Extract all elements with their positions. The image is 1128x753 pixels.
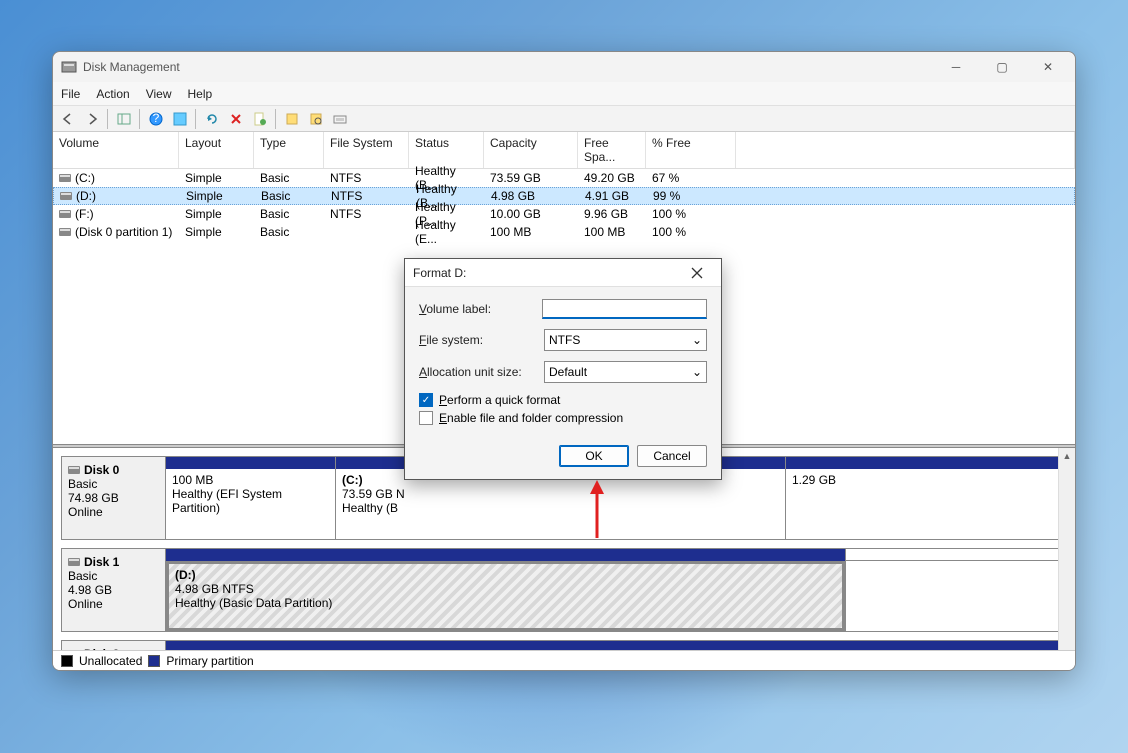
toolbar: ? (53, 106, 1075, 132)
table-row-selected[interactable]: (D:) Simple Basic NTFS Healthy (B... 4.9… (53, 187, 1075, 205)
delete-icon[interactable] (225, 108, 247, 130)
partition-empty (846, 549, 1066, 631)
quick-format-label: Perform a quick format (439, 393, 560, 407)
chevron-down-icon: ⌄ (692, 333, 702, 347)
col-capacity[interactable]: Capacity (484, 132, 578, 168)
disk-label[interactable]: Disk 1 Basic 4.98 GB Online (62, 549, 166, 631)
partition-header (166, 641, 1066, 651)
dialog-titlebar[interactable]: Format D: (405, 259, 721, 287)
show-hide-tree-button[interactable] (113, 108, 135, 130)
menu-help[interactable]: Help (188, 87, 213, 101)
explore-icon[interactable] (305, 108, 327, 130)
scroll-up-icon[interactable]: ▲ (1059, 448, 1075, 465)
table-header: Volume Layout Type File System Status Ca… (53, 132, 1075, 169)
menu-view[interactable]: View (146, 87, 172, 101)
partition[interactable]: 1.29 GB (786, 457, 1066, 539)
settings-icon[interactable] (329, 108, 351, 130)
format-icon[interactable] (281, 108, 303, 130)
help-icon[interactable]: ? (145, 108, 167, 130)
allocation-size-select[interactable]: Default ⌄ (544, 361, 707, 383)
menu-file[interactable]: File (61, 87, 80, 101)
chevron-down-icon: ⌄ (692, 365, 702, 379)
cancel-button[interactable]: Cancel (637, 445, 707, 467)
col-type[interactable]: Type (254, 132, 324, 168)
table-row[interactable]: (C:) Simple Basic NTFS Healthy (B... 73.… (53, 169, 1075, 187)
partition-header (786, 457, 1066, 469)
dialog-title: Format D: (413, 266, 681, 280)
volume-label-input[interactable] (542, 299, 707, 319)
disk-icon (68, 466, 80, 474)
file-system-label: File system: (419, 333, 534, 347)
col-layout[interactable]: Layout (179, 132, 254, 168)
disk-label[interactable]: Disk 2 Basic 10.00 GB (62, 641, 166, 651)
volume-table: (C:) Simple Basic NTFS Healthy (B... 73.… (53, 169, 1075, 241)
disk-icon (68, 558, 80, 566)
menubar: File Action View Help (53, 82, 1075, 106)
col-filesystem[interactable]: File System (324, 132, 409, 168)
file-system-select[interactable]: NTFS ⌄ (544, 329, 707, 351)
properties-icon[interactable] (249, 108, 271, 130)
col-free[interactable]: Free Spa... (578, 132, 646, 168)
legend-primary-swatch (148, 655, 160, 667)
vertical-scrollbar[interactable]: ▲ (1058, 448, 1075, 651)
disk-label[interactable]: Disk 0 Basic 74.98 GB Online (62, 457, 166, 539)
partition[interactable]: 100 MBHealthy (EFI System Partition) (166, 457, 336, 539)
refresh-button[interactable] (201, 108, 223, 130)
legend-unallocated-label: Unallocated (79, 654, 142, 668)
close-icon (691, 267, 703, 279)
refresh-icon[interactable] (169, 108, 191, 130)
allocation-size-label: Allocation unit size: (419, 365, 534, 379)
partition-header (166, 457, 335, 469)
ok-button[interactable]: OK (559, 445, 629, 467)
dialog-close-button[interactable] (681, 261, 713, 285)
col-extra (736, 132, 1075, 168)
window-title: Disk Management (83, 60, 933, 74)
partition-header (166, 549, 845, 561)
legend: Unallocated Primary partition (53, 650, 1075, 670)
close-button[interactable]: ✕ (1025, 53, 1071, 81)
disk-row: Disk 2 Basic 10.00 GB (F:)10.00 GB NTFS (61, 640, 1067, 651)
table-row[interactable]: (Disk 0 partition 1) Simple Basic Health… (53, 223, 1075, 241)
volume-label-label: Volume label: (419, 302, 532, 316)
back-button[interactable] (57, 108, 79, 130)
legend-unallocated-swatch (61, 655, 73, 667)
svg-text:?: ? (153, 112, 160, 125)
compression-checkbox[interactable] (419, 411, 433, 425)
volume-icon (60, 192, 72, 200)
volume-icon (59, 210, 71, 218)
format-dialog: Format D: Volume label: File system: NTF… (404, 258, 722, 480)
disk-row: Disk 1 Basic 4.98 GB Online (D:) 4.98 GB… (61, 548, 1067, 632)
app-icon (61, 59, 77, 75)
table-row[interactable]: (F:) Simple Basic NTFS Healthy (P... 10.… (53, 205, 1075, 223)
legend-primary-label: Primary partition (166, 654, 253, 668)
titlebar[interactable]: Disk Management ─ ▢ ✕ (53, 52, 1075, 82)
compression-label: Enable file and folder compression (439, 411, 623, 425)
quick-format-checkbox[interactable]: ✓ (419, 393, 433, 407)
disk-icon (68, 650, 80, 651)
partition[interactable]: (F:)10.00 GB NTFS (166, 641, 1066, 651)
volume-icon (59, 228, 71, 236)
menu-action[interactable]: Action (96, 87, 129, 101)
volume-icon (59, 174, 71, 182)
minimize-button[interactable]: ─ (933, 53, 979, 81)
col-pctfree[interactable]: % Free (646, 132, 736, 168)
maximize-button[interactable]: ▢ (979, 53, 1025, 81)
partition-selected[interactable]: (D:) 4.98 GB NTFS Healthy (Basic Data Pa… (166, 549, 846, 631)
forward-button[interactable] (81, 108, 103, 130)
col-volume[interactable]: Volume (53, 132, 179, 168)
